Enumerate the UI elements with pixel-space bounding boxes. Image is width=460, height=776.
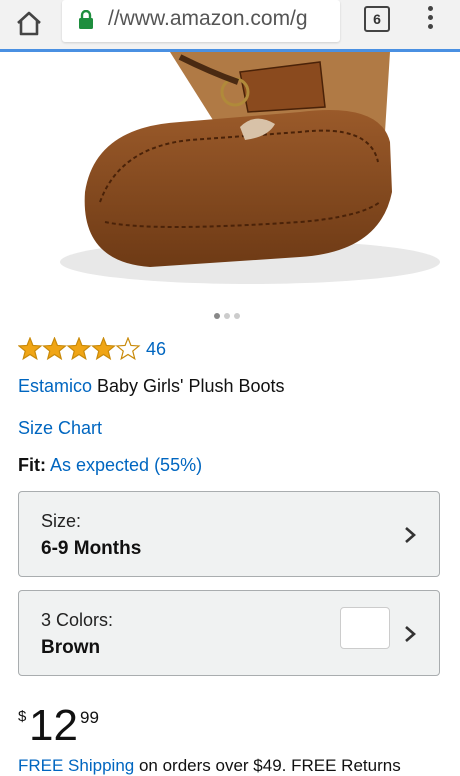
- shipping-terms: on orders over $49. FREE Returns: [134, 756, 401, 775]
- color-label: 3 Colors:: [41, 610, 114, 630]
- rating-count[interactable]: 46: [146, 339, 166, 360]
- carousel-dot[interactable]: [214, 313, 220, 319]
- shipping-info: FREE Shipping on orders over $49. FREE R…: [18, 756, 401, 776]
- size-selector[interactable]: Size: 6-9 Months: [18, 491, 440, 577]
- size-chart-link[interactable]: Size Chart: [18, 418, 102, 439]
- brand-link[interactable]: Estamico: [18, 376, 92, 396]
- size-label: Size:: [41, 511, 82, 531]
- boot-image: [60, 52, 440, 284]
- star-filled-icon: [91, 337, 116, 361]
- star-empty-icon: [115, 337, 141, 361]
- product-title: Estamico Baby Girls' Plush Boots: [18, 376, 285, 397]
- color-swatch: [340, 607, 390, 649]
- chevron-right-icon: [405, 527, 416, 543]
- carousel-dot[interactable]: [224, 313, 230, 319]
- rating-stars: [18, 337, 141, 361]
- price-whole: 12: [29, 701, 78, 750]
- home-icon[interactable]: [14, 8, 44, 38]
- color-selector[interactable]: 3 Colors: Brown: [18, 590, 440, 676]
- fit-info: Fit: As expected (55%): [18, 455, 202, 476]
- star-filled-icon: [18, 337, 43, 361]
- overflow-menu-icon[interactable]: [426, 6, 434, 32]
- price-currency: $: [18, 708, 27, 725]
- size-value: 6-9 Months: [41, 538, 142, 559]
- lock-icon: [79, 10, 93, 29]
- carousel-dot[interactable]: [234, 313, 240, 319]
- fit-value-link[interactable]: As expected (55%): [50, 455, 202, 475]
- color-value: Brown: [41, 637, 101, 658]
- product-image[interactable]: [0, 52, 460, 300]
- address-bar[interactable]: //www.amazon.com/g: [62, 0, 340, 42]
- star-filled-icon: [66, 337, 92, 361]
- browser-toolbar: //www.amazon.com/g 6: [0, 0, 460, 52]
- image-carousel-dots[interactable]: [214, 306, 244, 319]
- url-text: //www.amazon.com/g: [108, 7, 308, 30]
- tab-switcher-button[interactable]: 6: [364, 6, 390, 32]
- price-fraction: 99: [80, 708, 99, 727]
- fit-label: Fit:: [18, 455, 46, 475]
- star-filled-icon: [42, 337, 67, 361]
- chevron-right-icon: [405, 626, 416, 642]
- free-shipping-link[interactable]: FREE Shipping: [18, 756, 134, 775]
- product-name: Baby Girls' Plush Boots: [92, 376, 285, 396]
